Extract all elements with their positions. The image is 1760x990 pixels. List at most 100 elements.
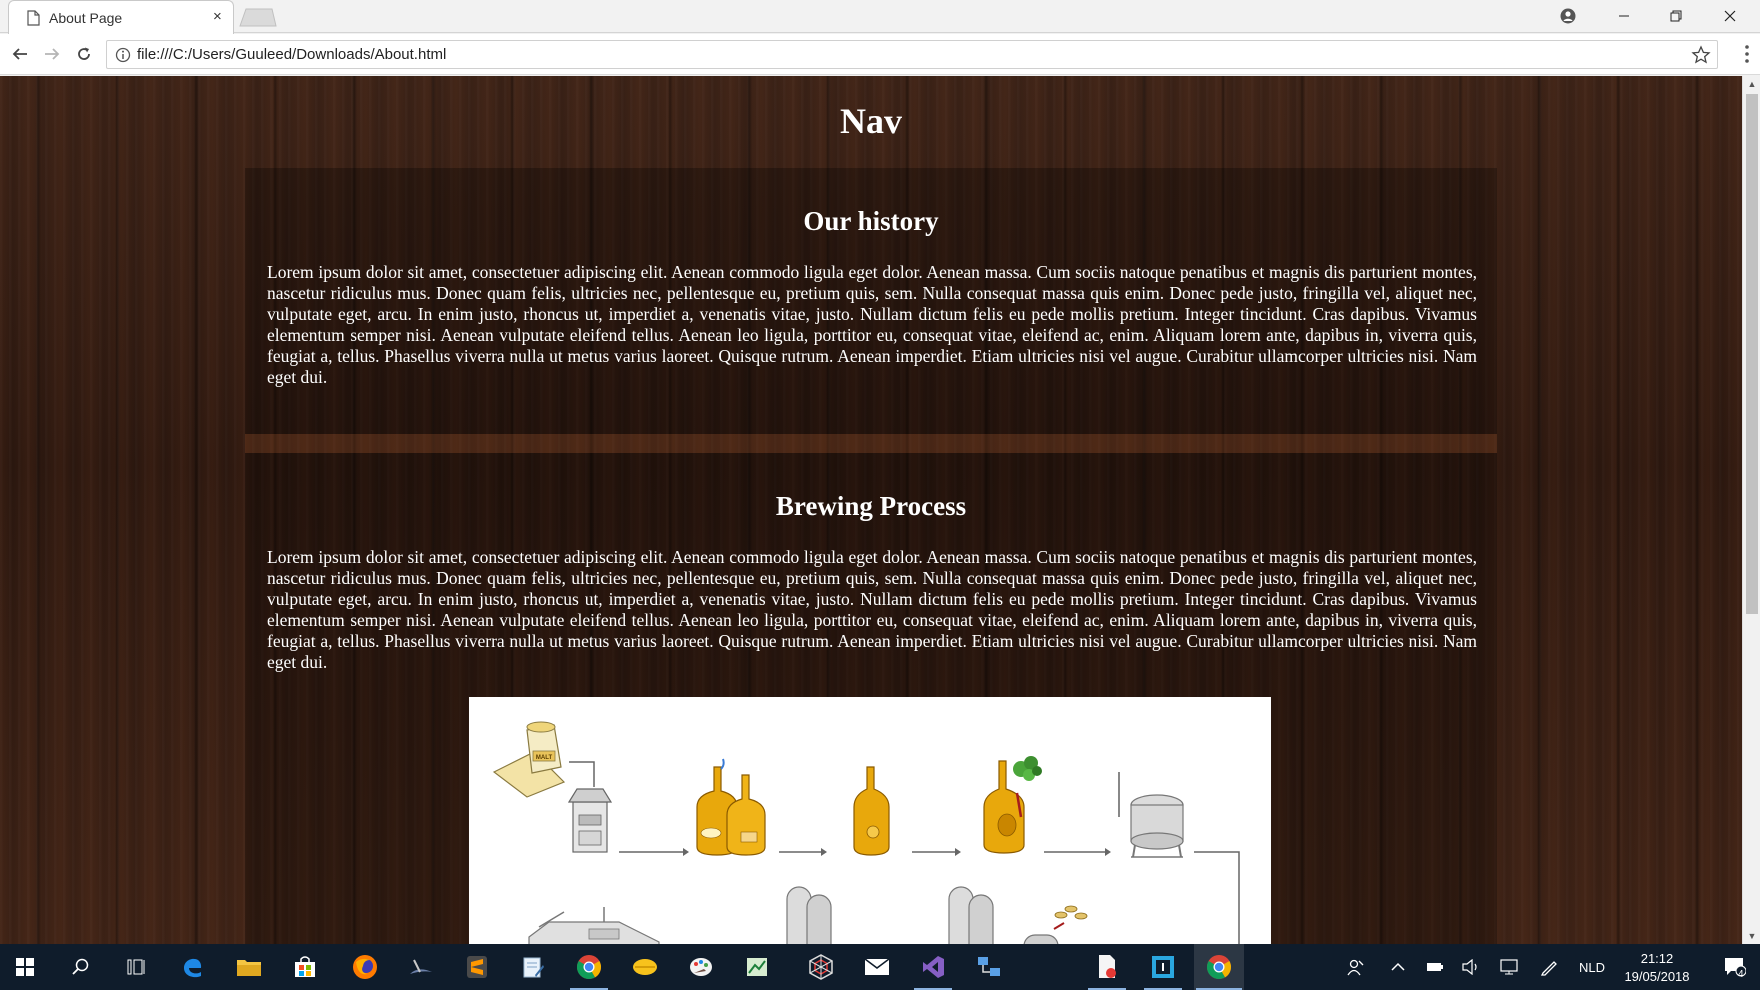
- battery-icon: [1427, 963, 1443, 971]
- history-section: Our history Lorem ipsum dolor sit amet, …: [245, 168, 1497, 434]
- taskbar-mail[interactable]: [852, 944, 902, 990]
- show-hidden-icons-button[interactable]: [1382, 944, 1414, 990]
- taskbar-edge[interactable]: [168, 944, 218, 990]
- taskbar-excel[interactable]: [732, 944, 782, 990]
- fermentation-tank-icon: [1118, 772, 1184, 858]
- url-text[interactable]: file:///C:/Users/Guuleed/Downloads/About…: [137, 46, 446, 63]
- browser-menu-icon[interactable]: [1744, 42, 1750, 66]
- vertical-scrollbar[interactable]: ▲ ▼: [1742, 76, 1760, 944]
- taskbar-network-app[interactable]: [796, 944, 846, 990]
- scroll-up-arrow-icon[interactable]: ▲: [1747, 79, 1757, 89]
- info-icon[interactable]: [115, 47, 131, 63]
- taskbar-remote-desktop[interactable]: [964, 944, 1014, 990]
- clock[interactable]: 21:12 19/05/2018: [1612, 950, 1702, 986]
- notepad-icon: [523, 957, 544, 978]
- grain-icon: [1053, 905, 1088, 930]
- back-button[interactable]: [8, 42, 32, 66]
- taskbar-search-button[interactable]: [56, 944, 106, 990]
- mail-icon: [864, 958, 890, 975]
- taskbar-yellow-app[interactable]: [620, 944, 670, 990]
- nav-heading: Nav: [840, 101, 902, 141]
- spreadsheet-icon: [747, 958, 767, 976]
- task-view-button[interactable]: [112, 944, 162, 990]
- pdf-document-icon: [1099, 955, 1116, 978]
- taskbar-ssms[interactable]: [396, 944, 446, 990]
- minimize-icon: [1619, 15, 1629, 16]
- history-heading: Our history: [803, 206, 939, 236]
- taskbar-firefox[interactable]: [340, 944, 390, 990]
- close-icon: [1724, 10, 1736, 21]
- people-button[interactable]: [1340, 944, 1372, 990]
- speaker-icon: [1462, 959, 1477, 975]
- taskbar-notepad[interactable]: [508, 944, 558, 990]
- profile-button[interactable]: [1542, 0, 1594, 31]
- taskbar-pdf-app[interactable]: [1082, 944, 1132, 990]
- ssms-icon: [410, 959, 432, 974]
- clock-time: 21:12: [1640, 951, 1674, 966]
- browser-toolbar: file:///C:/Users/Guuleed/Downloads/About…: [0, 34, 1760, 75]
- reload-button[interactable]: [72, 42, 96, 66]
- lauter-tun-icon: [853, 766, 890, 856]
- network-computers-icon: [978, 957, 1000, 976]
- pen-button[interactable]: [1534, 944, 1564, 990]
- hops-icon: [1013, 756, 1042, 781]
- taskbar-sublime-text[interactable]: [452, 944, 502, 990]
- mill-icon: [567, 788, 613, 853]
- silo-icon: [786, 886, 1059, 944]
- task-view-icon: [127, 959, 145, 975]
- brewing-diagram: MALT: [469, 697, 1271, 944]
- sublime-text-icon: [467, 956, 487, 978]
- chevron-up-icon: [1391, 962, 1405, 971]
- action-center-button[interactable]: 4: [1712, 944, 1758, 990]
- address-bar[interactable]: file:///C:/Users/Guuleed/Downloads/About…: [106, 40, 1718, 69]
- user-icon: [1560, 8, 1576, 23]
- taskbar-paint[interactable]: [676, 944, 726, 990]
- chrome-icon: [576, 955, 602, 980]
- page-viewport: Nav Our history Lorem ipsum dolor sit am…: [0, 76, 1742, 944]
- restore-button[interactable]: [1650, 0, 1702, 31]
- notification-count: 4: [1738, 969, 1744, 980]
- arrow-right-icon: [45, 48, 60, 60]
- pen-icon: [1540, 961, 1557, 976]
- taskbar-code-app[interactable]: [1138, 944, 1188, 990]
- network-button[interactable]: [1494, 944, 1524, 990]
- malt-bag-label: MALT: [536, 755, 553, 761]
- tab-strip: About Page ×: [0, 0, 1760, 34]
- forward-button[interactable]: [40, 42, 64, 66]
- minimize-button[interactable]: [1598, 0, 1650, 31]
- reload-icon: [78, 47, 90, 60]
- people-icon: [1347, 959, 1364, 976]
- section-divider: [245, 434, 1497, 453]
- bottling-line-icon: [528, 907, 660, 944]
- brewing-diagram-svg: MALT: [492, 721, 1240, 944]
- scroll-thumb[interactable]: [1746, 94, 1758, 614]
- volume-button[interactable]: [1456, 944, 1486, 990]
- taskbar-chrome-active[interactable]: [1194, 944, 1244, 990]
- store-icon: [295, 956, 315, 977]
- taskbar: NLD 21:12 19/05/2018 4: [0, 944, 1760, 990]
- battery-button[interactable]: [1420, 944, 1450, 990]
- new-tab-button[interactable]: [238, 7, 278, 27]
- language-indicator[interactable]: NLD: [1572, 944, 1612, 990]
- scroll-down-arrow-icon[interactable]: ▼: [1747, 931, 1757, 941]
- search-icon: [72, 958, 89, 975]
- paint-palette-icon: [690, 958, 712, 976]
- bookmark-star-icon[interactable]: [1691, 45, 1711, 65]
- folder-icon: [237, 960, 261, 976]
- taskbar-store[interactable]: [280, 944, 330, 990]
- visual-studio-icon: [923, 956, 944, 978]
- start-button[interactable]: [0, 944, 50, 990]
- tab-close-button[interactable]: ×: [213, 8, 222, 25]
- taskbar-visual-studio[interactable]: [908, 944, 958, 990]
- mash-tun-icon: [696, 758, 766, 856]
- edge-icon: [184, 958, 202, 978]
- tab-title: About Page: [49, 10, 123, 26]
- close-window-button[interactable]: [1704, 0, 1756, 31]
- taskbar-file-explorer[interactable]: [224, 944, 274, 990]
- taskbar-chrome[interactable]: [564, 944, 614, 990]
- firefox-icon: [353, 955, 377, 979]
- malt-bag-icon: MALT: [492, 721, 566, 798]
- network-monitor-icon: [1500, 959, 1518, 975]
- brewing-text: Lorem ipsum dolor sit amet, consectetuer…: [267, 547, 1477, 672]
- tab-about-page[interactable]: About Page ×: [8, 0, 234, 34]
